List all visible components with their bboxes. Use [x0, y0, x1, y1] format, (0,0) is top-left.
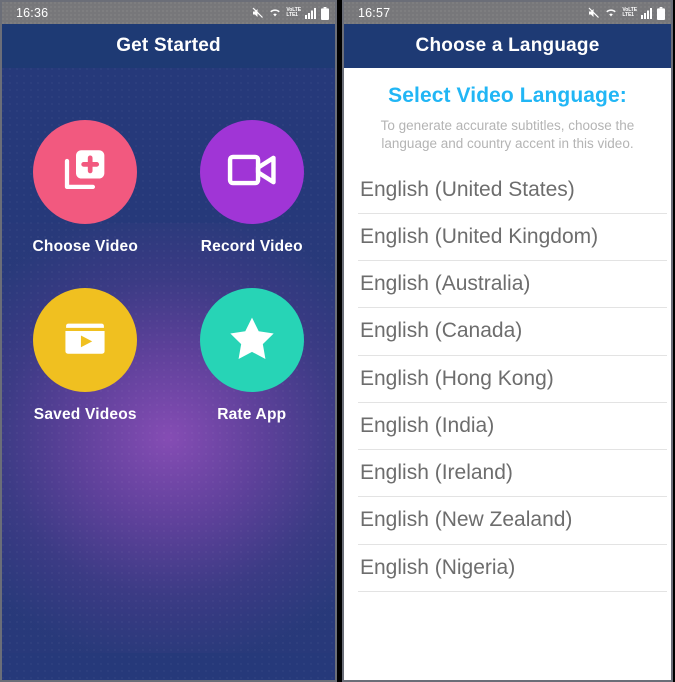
page-title-choose-language: Choose a Language: [344, 24, 671, 68]
status-icons: VoLTE LTE1: [587, 6, 665, 20]
home-screen-body: Choose Video Record Video Saved Videos R…: [2, 68, 335, 680]
mute-icon: [587, 7, 600, 19]
action-tile-grid: Choose Video Record Video Saved Videos R…: [2, 68, 335, 424]
tile-rate-app-label: Rate App: [217, 406, 287, 423]
status-time: 16:36: [16, 6, 49, 20]
list-item[interactable]: English (India): [358, 403, 667, 451]
star-icon: [226, 312, 278, 369]
tile-choose-video-label: Choose Video: [32, 238, 138, 255]
tile-choose-video[interactable]: Choose Video: [33, 120, 138, 256]
tile-saved-videos-label: Saved Videos: [33, 406, 137, 423]
tile-saved-videos[interactable]: Saved Videos: [33, 288, 138, 424]
list-item[interactable]: English (New Zealand): [358, 497, 667, 545]
tile-rate-app[interactable]: Rate App: [199, 288, 304, 424]
language-instructions: To generate accurate subtitles, choose t…: [380, 118, 635, 151]
video-camera-icon: [224, 142, 280, 203]
status-time: 16:57: [358, 6, 391, 20]
list-item[interactable]: English (Australia): [358, 261, 667, 309]
tile-choose-video-circle[interactable]: [33, 120, 138, 224]
list-item[interactable]: English (Hong Kong): [358, 356, 667, 403]
phone-screen-choose-language: 16:57 VoLTE LTE1 Choose a Language Selec…: [342, 0, 673, 682]
status-bar-right: 16:57 VoLTE LTE1: [344, 2, 671, 24]
language-header: Select Video Language: To generate accur…: [344, 68, 671, 153]
volte-lte-icon: VoLTE LTE1: [622, 7, 637, 18]
screenshot-root: 16:36 VoLTE LTE1 Get Started Choose Vide…: [0, 0, 675, 682]
tile-rate-app-circle[interactable]: [199, 288, 304, 392]
signal-bars-icon: [305, 7, 317, 19]
wifi-icon: [604, 7, 618, 19]
tile-record-video[interactable]: Record Video: [199, 120, 304, 256]
list-item[interactable]: English (Canada): [358, 308, 667, 356]
list-item[interactable]: English (United Kingdom): [358, 214, 667, 262]
wifi-icon: [268, 7, 282, 19]
phone-screen-get-started: 16:36 VoLTE LTE1 Get Started Choose Vide…: [0, 0, 337, 682]
folder-play-icon: [58, 311, 112, 370]
library-add-icon: [58, 143, 112, 202]
battery-icon: [321, 6, 329, 20]
tile-record-video-circle[interactable]: [199, 120, 304, 224]
tile-saved-videos-circle[interactable]: [33, 288, 138, 392]
list-item[interactable]: English (Nigeria): [358, 545, 667, 592]
tile-record-video-label: Record Video: [200, 238, 303, 255]
mute-icon: [251, 7, 264, 19]
language-screen-body: Select Video Language: To generate accur…: [344, 68, 671, 680]
battery-icon: [657, 6, 665, 20]
status-icons: VoLTE LTE1: [251, 6, 329, 20]
list-item[interactable]: English (United States): [358, 167, 667, 214]
select-video-language-heading: Select Video Language:: [388, 84, 627, 107]
status-bar-left: 16:36 VoLTE LTE1: [2, 2, 335, 24]
volte-lte-icon: VoLTE LTE1: [286, 7, 301, 18]
signal-bars-icon: [641, 7, 653, 19]
list-item[interactable]: English (Ireland): [358, 450, 667, 498]
language-list[interactable]: English (United States) English (United …: [344, 167, 671, 592]
page-title-get-started: Get Started: [2, 24, 335, 68]
